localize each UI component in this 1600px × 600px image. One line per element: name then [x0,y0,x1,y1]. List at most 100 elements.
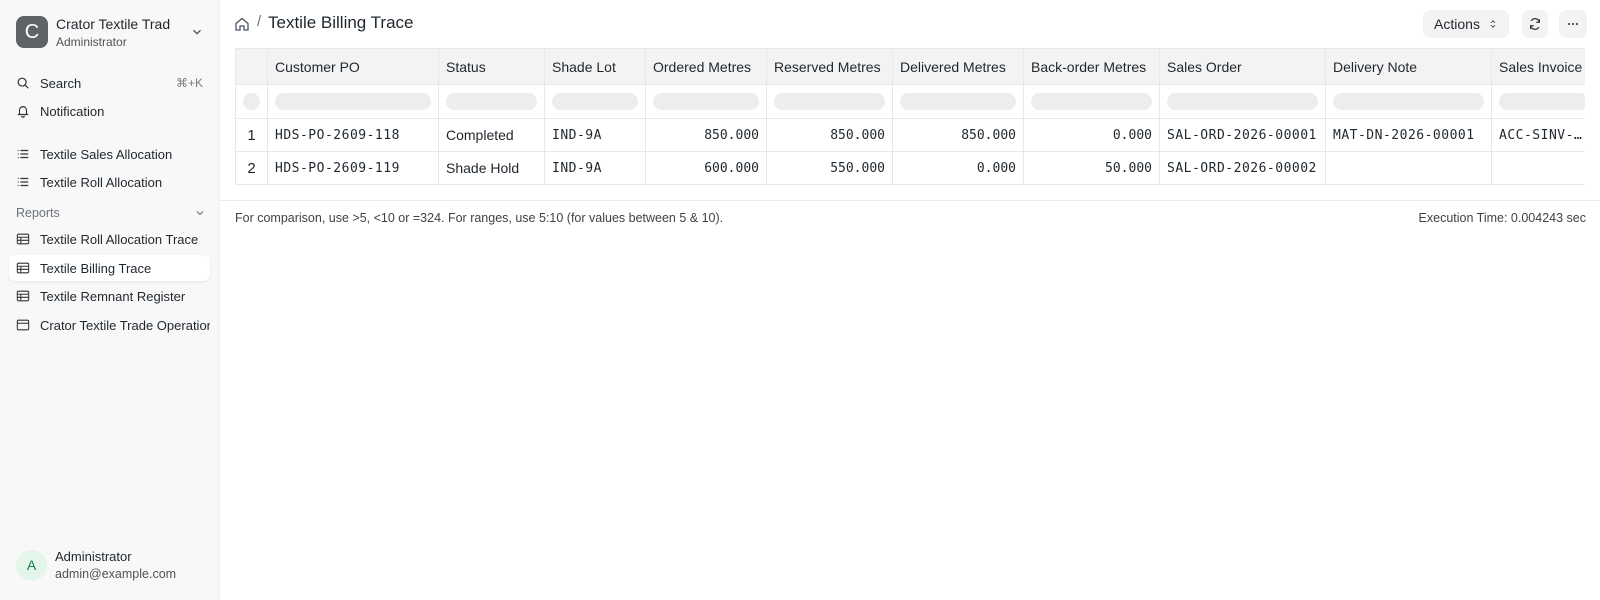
column-filter-input[interactable] [552,93,638,110]
cell-sales-invoice[interactable] [1491,151,1585,185]
cell-customer-po[interactable]: HDS-PO-2609-119 [267,151,439,185]
filter-cell[interactable] [1159,84,1326,119]
table-row[interactable]: 2 HDS-PO-2609-119 Shade Hold IND-9A 600.… [235,151,1585,185]
filter-row [235,84,1585,119]
table-icon [16,262,30,274]
column-header[interactable]: Sales Order [1159,48,1326,85]
column-filter-input[interactable] [900,93,1016,110]
column-header[interactable]: Status [438,48,545,85]
cell-sales-order[interactable]: SAL-ORD-2026-00002 [1159,151,1326,185]
cell-delivered-metres[interactable]: 850.000 [892,118,1024,152]
cell-sales-invoice[interactable]: ACC-SINV-2026-00001 [1491,118,1585,152]
actions-label: Actions [1434,16,1480,32]
column-filter-input[interactable] [446,93,537,110]
cell-delivery-note[interactable]: MAT-DN-2026-00001 [1325,118,1492,152]
report-table: Customer PO Status Shade Lot Ordered Met… [235,48,1585,185]
sidebar-item-textile-roll-allocation-trace[interactable]: Textile Roll Allocation Trace [9,226,210,252]
filter-cell[interactable] [766,84,893,119]
home-icon[interactable] [234,16,250,32]
column-filter-input[interactable] [275,93,431,110]
column-filter-input[interactable] [653,93,759,110]
column-filter-input[interactable] [1499,93,1585,110]
notification-button[interactable]: Notification [9,98,210,124]
more-button[interactable] [1559,10,1587,38]
sidebar-item-textile-billing-trace[interactable]: Textile Billing Trace [9,255,210,281]
column-filter-input[interactable] [774,93,885,110]
breadcrumb-separator: / [257,13,262,30]
actions-button[interactable]: Actions [1423,10,1509,38]
column-header[interactable]: Delivery Note [1325,48,1492,85]
column-filter-input[interactable] [1167,93,1318,110]
chevron-updown-icon [1490,20,1496,28]
workspace-switcher[interactable]: C Crator Textile Trad Administrator [16,15,206,49]
search-button[interactable]: Search ⌘+K [9,70,210,96]
report-grid: Customer PO Status Shade Lot Ordered Met… [235,48,1585,185]
reports-section-toggle[interactable]: Reports [16,206,206,220]
cell-backorder-metres[interactable]: 50.000 [1023,151,1160,185]
column-header[interactable]: Reserved Metres [766,48,893,85]
cell-delivery-note[interactable] [1325,151,1492,185]
cell-ordered-metres[interactable]: 850.000 [645,118,767,152]
sidebar-item-textile-roll-allocation[interactable]: Textile Roll Allocation [9,169,210,195]
avatar: A [16,549,47,581]
workspace-name: Crator Textile Trad [56,15,171,32]
user-menu[interactable]: A Administrator admin@example.com [16,549,176,581]
filter-cell[interactable] [1325,84,1492,119]
column-header[interactable]: Sales Invoice [1491,48,1585,85]
column-header[interactable]: Back-order Metres [1023,48,1160,85]
sidebar-item-label: Crator Textile Trade Operations [40,317,210,333]
sidebar-item-textile-remnant-register[interactable]: Textile Remnant Register [9,283,210,309]
column-filter-input[interactable] [1031,93,1152,110]
sidebar-item-label: Textile Roll Allocation Trace [40,231,199,247]
column-header[interactable]: Shade Lot [544,48,646,85]
sidebar-item-textile-sales-allocation[interactable]: Textile Sales Allocation [9,141,210,167]
cell-sales-order[interactable]: SAL-ORD-2026-00001 [1159,118,1326,152]
cell-status[interactable]: Completed [438,118,545,152]
cell-ordered-metres[interactable]: 600.000 [645,151,767,185]
user-email: admin@example.com [55,567,177,581]
filter-cell[interactable] [892,84,1024,119]
filter-cell[interactable] [267,84,439,119]
table-row[interactable]: 1 HDS-PO-2609-118 Completed IND-9A 850.0… [235,118,1585,152]
search-icon [17,77,29,89]
list-icon [17,149,29,159]
filter-cell[interactable] [1491,84,1585,119]
list-icon [17,177,29,187]
bell-icon [17,106,29,118]
chevron-down-icon [193,29,201,35]
filter-cell[interactable] [645,84,767,119]
column-header[interactable]: Delivered Metres [892,48,1024,85]
page-header: / Textile Billing Trace Actions [220,0,1600,48]
cell-shade-lot[interactable]: IND-9A [544,151,646,185]
reports-section-title: Reports [16,206,60,220]
column-header[interactable]: Ordered Metres [645,48,767,85]
cell-customer-po[interactable]: HDS-PO-2609-118 [267,118,439,152]
dashboard-icon [16,319,30,331]
filter-cell[interactable] [544,84,646,119]
filter-cell [235,84,268,119]
more-horizontal-icon [1568,22,1578,26]
refresh-button[interactable] [1522,10,1548,38]
filter-cell[interactable] [1023,84,1160,119]
user-name: Administrator [55,549,132,564]
column-header[interactable]: Customer PO [267,48,439,85]
filter-hint: For comparison, use >5, <10 or =324. For… [235,211,724,225]
table-header-row: Customer PO Status Shade Lot Ordered Met… [235,48,1585,85]
search-label: Search [40,75,82,91]
cell-shade-lot[interactable]: IND-9A [544,118,646,152]
cell-reserved-metres[interactable]: 550.000 [766,151,893,185]
sidebar-item-label: Textile Sales Allocation [40,146,173,162]
cell-delivered-metres[interactable]: 0.000 [892,151,1024,185]
sidebar-item-label: Textile Remnant Register [40,288,186,304]
sidebar-item-crator-textile-trade-operations[interactable]: Crator Textile Trade Operations [9,312,210,338]
column-filter-input[interactable] [1333,93,1484,110]
execution-time: Execution Time: 0.004243 sec [1418,211,1586,225]
notification-label: Notification [40,103,105,119]
select-all-checkbox[interactable] [243,93,260,110]
workspace-logo: C [16,16,48,48]
cell-status[interactable]: Shade Hold [438,151,545,185]
cell-backorder-metres[interactable]: 0.000 [1023,118,1160,152]
cell-reserved-metres[interactable]: 850.000 [766,118,893,152]
row-index-header [235,48,268,85]
filter-cell[interactable] [438,84,545,119]
